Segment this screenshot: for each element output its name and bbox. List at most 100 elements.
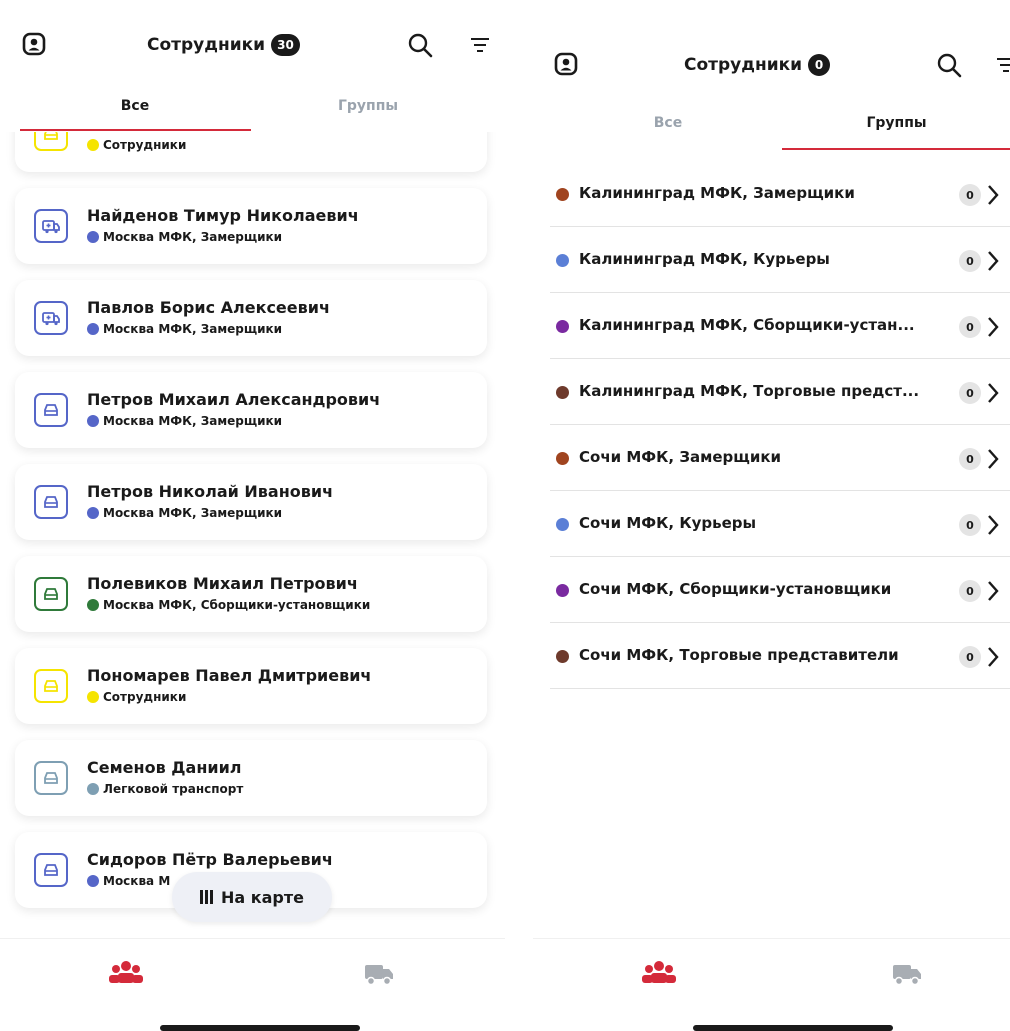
filter-icon[interactable] [994, 52, 1010, 78]
employee-group-label: Москва МФК, Замерщики [103, 230, 283, 244]
page-title-text: Сотрудники [147, 35, 266, 55]
employee-card[interactable]: Семенов Даниил Легковой транспорт [15, 740, 487, 816]
search-icon[interactable] [936, 52, 962, 78]
car-icon [34, 761, 68, 795]
group-count-badge: 0 [959, 646, 981, 668]
group-color-dot [556, 650, 569, 663]
employee-group-label: Москва МФК, Замерщики [103, 322, 283, 336]
chevron-right-icon [988, 317, 999, 337]
chevron-right-icon [988, 449, 999, 469]
truck-icon[interactable] [361, 959, 397, 987]
header: Сотрудники 30 [0, 26, 505, 66]
group-color-dot [556, 320, 569, 333]
employee-name: Петров Николай Иванович [87, 482, 334, 501]
group-row[interactable]: Сочи МФК, Сборщики-установщики 0 [550, 557, 1010, 623]
group-color-dot [87, 415, 99, 427]
group-color-dot [87, 691, 99, 703]
car-icon [34, 853, 68, 887]
employee-group: Москва М [87, 874, 170, 888]
page-title-text: Сотрудники [684, 55, 803, 75]
group-row[interactable]: Калининград МФК, Торговые предст... 0 [550, 359, 1010, 425]
tab-groups[interactable]: Группы [783, 101, 1010, 145]
van-icon [34, 209, 68, 243]
car-icon [34, 485, 68, 519]
bottom-nav [533, 938, 1010, 1031]
employee-group: Сотрудники [87, 138, 186, 152]
page-title: Сотрудники 30 [147, 34, 300, 56]
group-name: Калининград МФК, Замерщики [579, 184, 855, 202]
group-color-dot [556, 452, 569, 465]
employee-group-label: Сотрудники [103, 690, 187, 704]
car-icon [34, 577, 68, 611]
employee-card[interactable]: Сотрудники [15, 132, 487, 172]
profile-icon[interactable] [22, 32, 46, 56]
active-tab-indicator [782, 148, 1010, 150]
group-row[interactable]: Сочи МФК, Замерщики 0 [550, 425, 1010, 491]
search-icon[interactable] [407, 32, 433, 58]
group-name: Сочи МФК, Торговые представители [579, 646, 899, 664]
employee-group-label: Москва МФК, Замерщики [103, 414, 283, 428]
group-list[interactable]: Калининград МФК, Замерщики 0 Калининград… [533, 161, 1010, 721]
profile-icon[interactable] [554, 52, 578, 76]
group-count-badge: 0 [959, 316, 981, 338]
car-icon [34, 669, 68, 703]
employee-name: Петров Михаил Александрович [87, 390, 381, 409]
group-color-dot [556, 584, 569, 597]
employee-group-label: Москва МФК, Замерщики [103, 506, 283, 520]
employee-group: Москва МФК, Замерщики [87, 230, 282, 244]
group-count-badge: 0 [959, 514, 981, 536]
map-view-label: На карте [221, 887, 304, 907]
home-indicator [693, 1025, 893, 1031]
map-icon [200, 890, 213, 904]
employee-count-badge: 0 [808, 54, 831, 76]
employee-group: Москва МФК, Замерщики [87, 506, 282, 520]
tab-bar: Все Группы [0, 84, 505, 131]
chevron-right-icon [988, 383, 999, 403]
group-color-dot [87, 875, 99, 887]
employee-group: Сотрудники [87, 690, 186, 704]
group-row[interactable]: Калининград МФК, Замерщики 0 [550, 161, 1010, 227]
employee-card[interactable]: Пономарев Павел Дмитриевич Сотрудники [15, 648, 487, 724]
employee-card[interactable]: Петров Николай Иванович Москва МФК, Заме… [15, 464, 487, 540]
chevron-right-icon [988, 251, 999, 271]
car-icon [34, 132, 68, 151]
group-name: Сочи МФК, Сборщики-установщики [579, 580, 892, 598]
group-color-dot [556, 518, 569, 531]
group-color-dot [87, 323, 99, 335]
employee-name: Найденов Тимур Николаевич [87, 206, 359, 225]
tab-all[interactable]: Все [20, 84, 250, 128]
employee-card[interactable]: Найденов Тимур Николаевич Москва МФК, За… [15, 188, 487, 264]
group-color-dot [87, 783, 99, 795]
truck-icon[interactable] [889, 959, 925, 987]
group-row[interactable]: Калининград МФК, Сборщики-устан... 0 [550, 293, 1010, 359]
home-indicator [160, 1025, 360, 1031]
van-icon [34, 301, 68, 335]
employee-card[interactable]: Полевиков Михаил Петрович Москва МФК, Сб… [15, 556, 487, 632]
group-name: Сочи МФК, Замерщики [579, 448, 782, 466]
map-view-button[interactable]: На карте [172, 872, 332, 922]
group-row[interactable]: Калининград МФК, Курьеры 0 [550, 227, 1010, 293]
group-color-dot [87, 599, 99, 611]
tab-groups[interactable]: Группы [253, 84, 483, 128]
employee-group-label: Сотрудники [103, 138, 187, 152]
chevron-right-icon [988, 647, 999, 667]
employee-name: Семенов Даниил [87, 758, 242, 777]
group-count-badge: 0 [959, 448, 981, 470]
employees-icon[interactable] [108, 959, 144, 987]
tab-all[interactable]: Все [553, 101, 783, 145]
group-color-dot [556, 188, 569, 201]
group-row[interactable]: Сочи МФК, Торговые представители 0 [550, 623, 1010, 689]
employee-group-label: Легковой транспорт [103, 782, 244, 796]
employee-group: Москва МФК, Замерщики [87, 322, 282, 336]
group-row[interactable]: Сочи МФК, Курьеры 0 [550, 491, 1010, 557]
employee-list[interactable]: Сотрудники Найденов Тимур Николаевич Мос… [0, 132, 505, 938]
group-name: Калининград МФК, Торговые предст... [579, 382, 920, 400]
employee-card[interactable]: Павлов Борис Алексеевич Москва МФК, Заме… [15, 280, 487, 356]
employee-group: Легковой транспорт [87, 782, 243, 796]
group-count-badge: 0 [959, 382, 981, 404]
employees-icon[interactable] [641, 959, 677, 987]
tab-bar: Все Группы [533, 101, 1010, 150]
employee-card[interactable]: Петров Михаил Александрович Москва МФК, … [15, 372, 487, 448]
filter-icon[interactable] [468, 32, 494, 58]
active-tab-indicator [20, 129, 251, 131]
